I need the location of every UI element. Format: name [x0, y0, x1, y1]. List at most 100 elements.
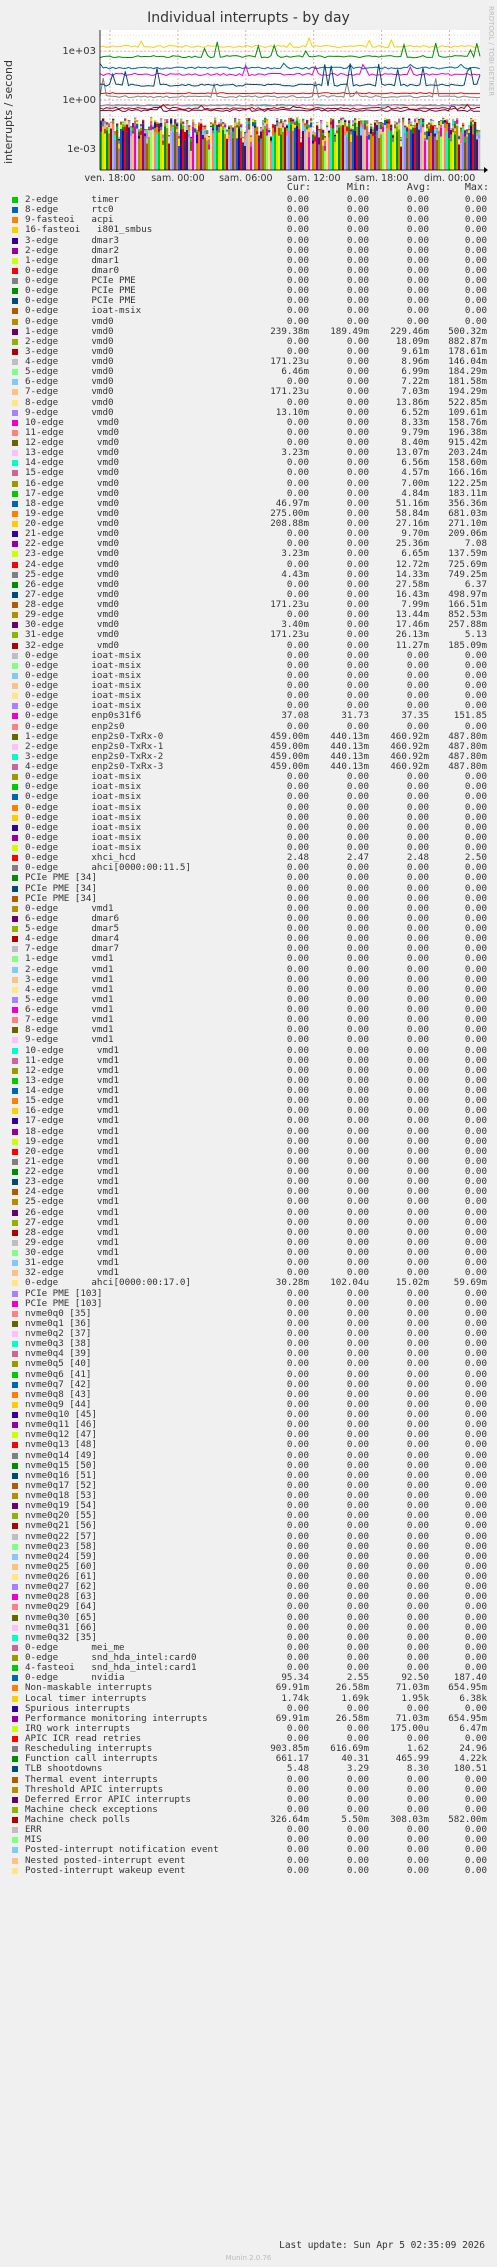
series-bar — [146, 129, 149, 130]
series-bar — [390, 124, 393, 126]
series-bar — [200, 130, 203, 135]
series-bar — [456, 125, 459, 170]
series-bar — [134, 117, 137, 118]
series-bar — [452, 125, 455, 129]
legend-swatch — [12, 1310, 18, 1317]
series-bar — [286, 127, 289, 131]
series-bar — [464, 136, 467, 143]
series-bar — [228, 127, 231, 129]
series-bar — [254, 127, 257, 170]
series-bar — [234, 117, 237, 119]
series-bar — [278, 135, 281, 170]
series-bar — [142, 120, 145, 124]
series-bar — [218, 126, 221, 133]
series-bar — [442, 129, 445, 170]
legend-swatch — [12, 531, 18, 538]
series-bar — [370, 123, 373, 125]
munin-version: Munin 2.0.76 — [225, 2254, 272, 2262]
series-bar — [122, 130, 125, 170]
series-bar — [124, 118, 127, 121]
series-bar — [384, 125, 387, 130]
series-bar — [360, 120, 363, 122]
series-bar — [462, 127, 465, 134]
series-bar — [364, 120, 367, 122]
legend-swatch — [12, 966, 18, 973]
series-bar — [366, 123, 369, 127]
series-bar — [330, 121, 333, 125]
series-bar — [322, 145, 325, 170]
series-bar — [122, 121, 125, 123]
legend-swatch — [12, 905, 18, 912]
series-bar — [210, 125, 213, 128]
chart-title: Individual interrupts - by day — [147, 10, 350, 26]
legend-swatch — [12, 1169, 18, 1175]
series-bar — [298, 129, 301, 170]
series-bar — [316, 122, 319, 123]
series-bar — [458, 144, 461, 170]
series-bar — [324, 138, 327, 141]
series-bar — [392, 137, 395, 142]
series-bar — [184, 126, 187, 127]
legend-swatch — [12, 652, 18, 659]
series-bar — [230, 125, 233, 126]
series-bar — [306, 120, 309, 124]
legend-cur: 3.23m — [281, 548, 309, 560]
series-bar — [144, 136, 147, 170]
series-bar — [340, 117, 343, 119]
legend-swatch — [12, 662, 18, 669]
series-bar — [304, 124, 307, 128]
series-bar — [188, 131, 191, 134]
series-bar — [318, 130, 321, 133]
series-bar — [316, 131, 319, 170]
legend-swatch — [12, 723, 18, 730]
legend-swatch — [12, 1563, 18, 1570]
legend-cur: 0.00 — [286, 305, 309, 317]
legend-swatch — [12, 500, 18, 507]
series-bar — [332, 119, 335, 121]
legend-avg: 0.00 — [406, 305, 429, 317]
legend-swatch — [12, 1148, 18, 1155]
series-bar — [242, 138, 245, 139]
series-bar — [460, 128, 463, 133]
series-bar — [386, 119, 389, 120]
series-bar — [204, 129, 207, 131]
series-bar — [160, 130, 163, 170]
series-bar — [378, 127, 381, 129]
series-bar — [290, 124, 293, 170]
series-bar — [238, 121, 241, 127]
series-bar — [292, 130, 295, 170]
legend-swatch — [12, 703, 18, 710]
series-bar — [266, 135, 269, 170]
series-bar — [160, 118, 163, 119]
series-bar — [380, 129, 383, 135]
series-bar — [350, 131, 353, 135]
series-bar — [472, 124, 475, 135]
legend-swatch — [12, 1239, 18, 1246]
series-bar — [134, 120, 137, 127]
series-bar — [342, 125, 345, 170]
series-bar — [232, 131, 235, 138]
legend-swatch — [12, 1260, 18, 1267]
series-bar — [104, 120, 107, 122]
legend-label: 0-edge ahci[0000:00:17.0] — [25, 1277, 191, 1289]
legend-min: 0.00 — [346, 305, 369, 317]
series-bar — [478, 135, 481, 139]
series-bar — [402, 125, 405, 170]
series-bar — [414, 118, 417, 119]
series-bar — [248, 123, 251, 130]
legend-swatch — [12, 1462, 18, 1469]
legend-swatch — [12, 510, 18, 517]
legend-swatch — [12, 278, 18, 284]
series-bar — [432, 121, 435, 126]
series-bar — [390, 125, 393, 128]
series-bar — [238, 126, 241, 129]
series-bar — [336, 133, 339, 170]
legend-swatch — [12, 1614, 18, 1621]
legend-cur: 0.00 — [286, 953, 309, 965]
series-bar — [438, 123, 441, 126]
series-bar — [282, 121, 285, 123]
series-bar — [120, 128, 123, 170]
series-bar — [334, 136, 337, 142]
legend-row: 0-edge ioat-msix 0.00 0.00 0.00 0.00 — [12, 792, 492, 802]
series-bar — [276, 126, 279, 170]
